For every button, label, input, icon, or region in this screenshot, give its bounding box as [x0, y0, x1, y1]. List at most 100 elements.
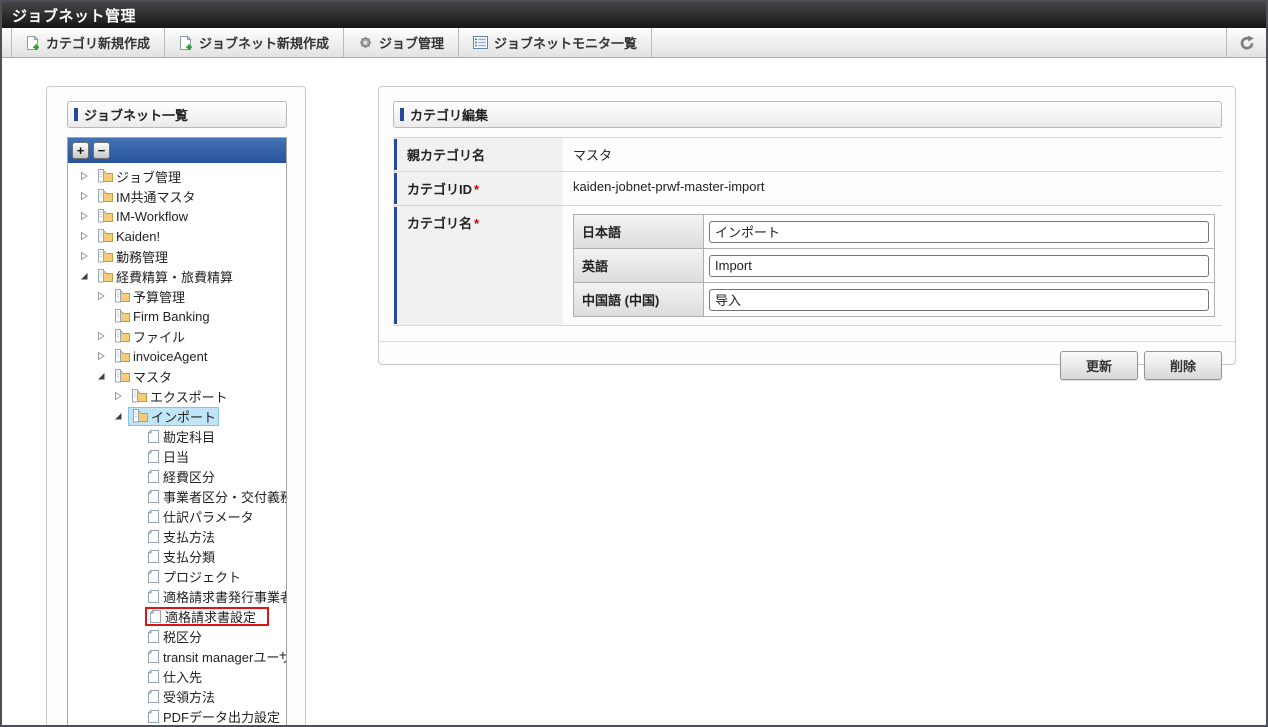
- tree-node[interactable]: マスタ: [111, 367, 174, 386]
- expand-arrow-icon[interactable]: [97, 291, 111, 301]
- collapse-all-button[interactable]: −: [93, 142, 110, 159]
- tree-item[interactable]: マスタ: [68, 366, 286, 386]
- tree-node[interactable]: 日当: [145, 447, 191, 466]
- tree-item-label: インポート: [151, 407, 216, 426]
- category-edit-title: カテゴリ編集: [410, 105, 488, 124]
- tree-item-label: 勘定科目: [163, 427, 215, 446]
- tree-node[interactable]: 受領方法: [145, 687, 217, 706]
- expand-arrow-icon[interactable]: [80, 191, 94, 201]
- category-id-value: kaiden-jobnet-prwf-master-import: [563, 172, 1222, 205]
- tree-item[interactable]: 事業者区分・交付義務: [68, 486, 286, 506]
- parent-category-name-row: 親カテゴリ名マスタ: [393, 138, 1222, 172]
- jobnet-monitor-list-button[interactable]: ジョブネットモニタ一覧: [459, 28, 652, 57]
- tree-item[interactable]: エクスポート: [68, 386, 286, 406]
- tree-node[interactable]: 経費精算・旅費精算: [94, 267, 235, 286]
- tree-item[interactable]: 適格請求書発行事業者: [68, 586, 286, 606]
- folder-icon: [113, 288, 130, 304]
- tree-item[interactable]: transit managerユーザ: [68, 646, 286, 666]
- collapse-arrow-icon[interactable]: [80, 271, 94, 281]
- tree-node[interactable]: transit managerユーザ: [145, 647, 286, 666]
- tree-node[interactable]: Kaiden!: [94, 227, 162, 246]
- tree-item[interactable]: 予算管理: [68, 286, 286, 306]
- tree-node[interactable]: 仕入先: [145, 667, 204, 686]
- tree-item-label: IM-Workflow: [116, 209, 188, 224]
- tree-item-label: ジョブ管理: [116, 167, 181, 186]
- tree-node[interactable]: エクスポート: [128, 387, 230, 406]
- annotation-box[interactable]: 適格請求書設定: [145, 607, 269, 626]
- delete-button[interactable]: 削除: [1144, 351, 1222, 380]
- tree-item-label: 日当: [163, 447, 189, 466]
- category-name-zh-input[interactable]: [709, 289, 1209, 311]
- tree-item[interactable]: 経費精算・旅費精算: [68, 266, 286, 286]
- folder-icon: [96, 208, 113, 224]
- tree-item[interactable]: 勘定科目: [68, 426, 286, 446]
- tree-item[interactable]: 仕訳パラメータ: [68, 506, 286, 526]
- tree-node[interactable]: 仕訳パラメータ: [145, 507, 256, 526]
- tree-node[interactable]: PDFデータ出力設定: [145, 707, 282, 726]
- tree-item[interactable]: 仕入先: [68, 666, 286, 686]
- refresh-button[interactable]: [1226, 28, 1266, 57]
- tree-node[interactable]: 経費区分: [145, 467, 217, 486]
- expand-arrow-icon[interactable]: [80, 171, 94, 181]
- category-name-row: カテゴリ名*日本語英語中国語 (中国): [393, 206, 1222, 326]
- tree-item[interactable]: ジョブ管理: [68, 166, 286, 186]
- page-icon: [147, 509, 160, 524]
- title-bar: ジョブネット管理: [2, 2, 1266, 28]
- tree-item[interactable]: ファイル: [68, 326, 286, 346]
- tree-node[interactable]: 勤務管理: [94, 247, 170, 266]
- gear-icon: [358, 35, 373, 50]
- tree-item[interactable]: インポート: [68, 406, 286, 426]
- update-button[interactable]: 更新: [1060, 351, 1138, 380]
- tree-item[interactable]: PDFデータ出力設定: [68, 706, 286, 726]
- tree-item[interactable]: 受領方法: [68, 686, 286, 706]
- collapse-arrow-icon[interactable]: [97, 371, 111, 381]
- tree-node[interactable]: IM共通マスタ: [94, 187, 197, 206]
- tree-node[interactable]: 税区分: [145, 627, 204, 646]
- tree-node[interactable]: Firm Banking: [111, 307, 212, 326]
- category-create-button[interactable]: カテゴリ新規作成: [11, 28, 165, 57]
- tree-item[interactable]: IM共通マスタ: [68, 186, 286, 206]
- expand-arrow-icon[interactable]: [97, 351, 111, 361]
- category-id-label: カテゴリID*: [393, 172, 563, 205]
- required-asterisk: *: [474, 182, 479, 197]
- tree-item-label: IM共通マスタ: [116, 187, 195, 206]
- tree-node[interactable]: 勘定科目: [145, 427, 217, 446]
- tree-node[interactable]: 適格請求書発行事業者: [145, 587, 286, 606]
- tree-item[interactable]: 支払方法: [68, 526, 286, 546]
- tree-item[interactable]: 支払分類: [68, 546, 286, 566]
- expand-arrow-icon[interactable]: [80, 231, 94, 241]
- tree-item[interactable]: invoiceAgent: [68, 346, 286, 366]
- folder-icon: [113, 348, 130, 364]
- tree-item[interactable]: IM-Workflow: [68, 206, 286, 226]
- tree-item[interactable]: 日当: [68, 446, 286, 466]
- tree-node[interactable]: IM-Workflow: [94, 207, 190, 226]
- tree-node[interactable]: ファイル: [111, 327, 187, 346]
- tree-node[interactable]: invoiceAgent: [111, 347, 209, 366]
- jobnet-create-button[interactable]: ジョブネット新規作成: [165, 28, 344, 57]
- tree-node[interactable]: プロジェクト: [145, 567, 243, 586]
- tree-item[interactable]: 税区分: [68, 626, 286, 646]
- tree-node[interactable]: 支払分類: [145, 547, 217, 566]
- job-manage-button[interactable]: ジョブ管理: [344, 28, 459, 57]
- tree-node[interactable]: 予算管理: [111, 287, 187, 306]
- tree-item[interactable]: Firm Banking: [68, 306, 286, 326]
- category-name-table-cell: 日本語英語中国語 (中国): [563, 206, 1225, 325]
- tree-item[interactable]: 経費区分: [68, 466, 286, 486]
- expand-arrow-icon[interactable]: [114, 391, 128, 401]
- category-name-en-input[interactable]: [709, 255, 1209, 277]
- collapse-arrow-icon[interactable]: [114, 411, 128, 421]
- expand-all-button[interactable]: +: [72, 142, 89, 159]
- tree-node[interactable]: 支払方法: [145, 527, 217, 546]
- tree-item[interactable]: 勤務管理: [68, 246, 286, 266]
- expand-arrow-icon[interactable]: [80, 211, 94, 221]
- tree-node-selected[interactable]: インポート: [128, 407, 219, 426]
- category-name-ja-input[interactable]: [709, 221, 1209, 243]
- expand-arrow-icon[interactable]: [80, 251, 94, 261]
- folder-icon: [96, 188, 113, 204]
- tree-item[interactable]: プロジェクト: [68, 566, 286, 586]
- tree-node[interactable]: 事業者区分・交付義務: [145, 487, 286, 506]
- tree-node[interactable]: ジョブ管理: [94, 167, 183, 186]
- tree-item[interactable]: 適格請求書設定: [68, 606, 286, 626]
- tree-item[interactable]: Kaiden!: [68, 226, 286, 246]
- expand-arrow-icon[interactable]: [97, 331, 111, 341]
